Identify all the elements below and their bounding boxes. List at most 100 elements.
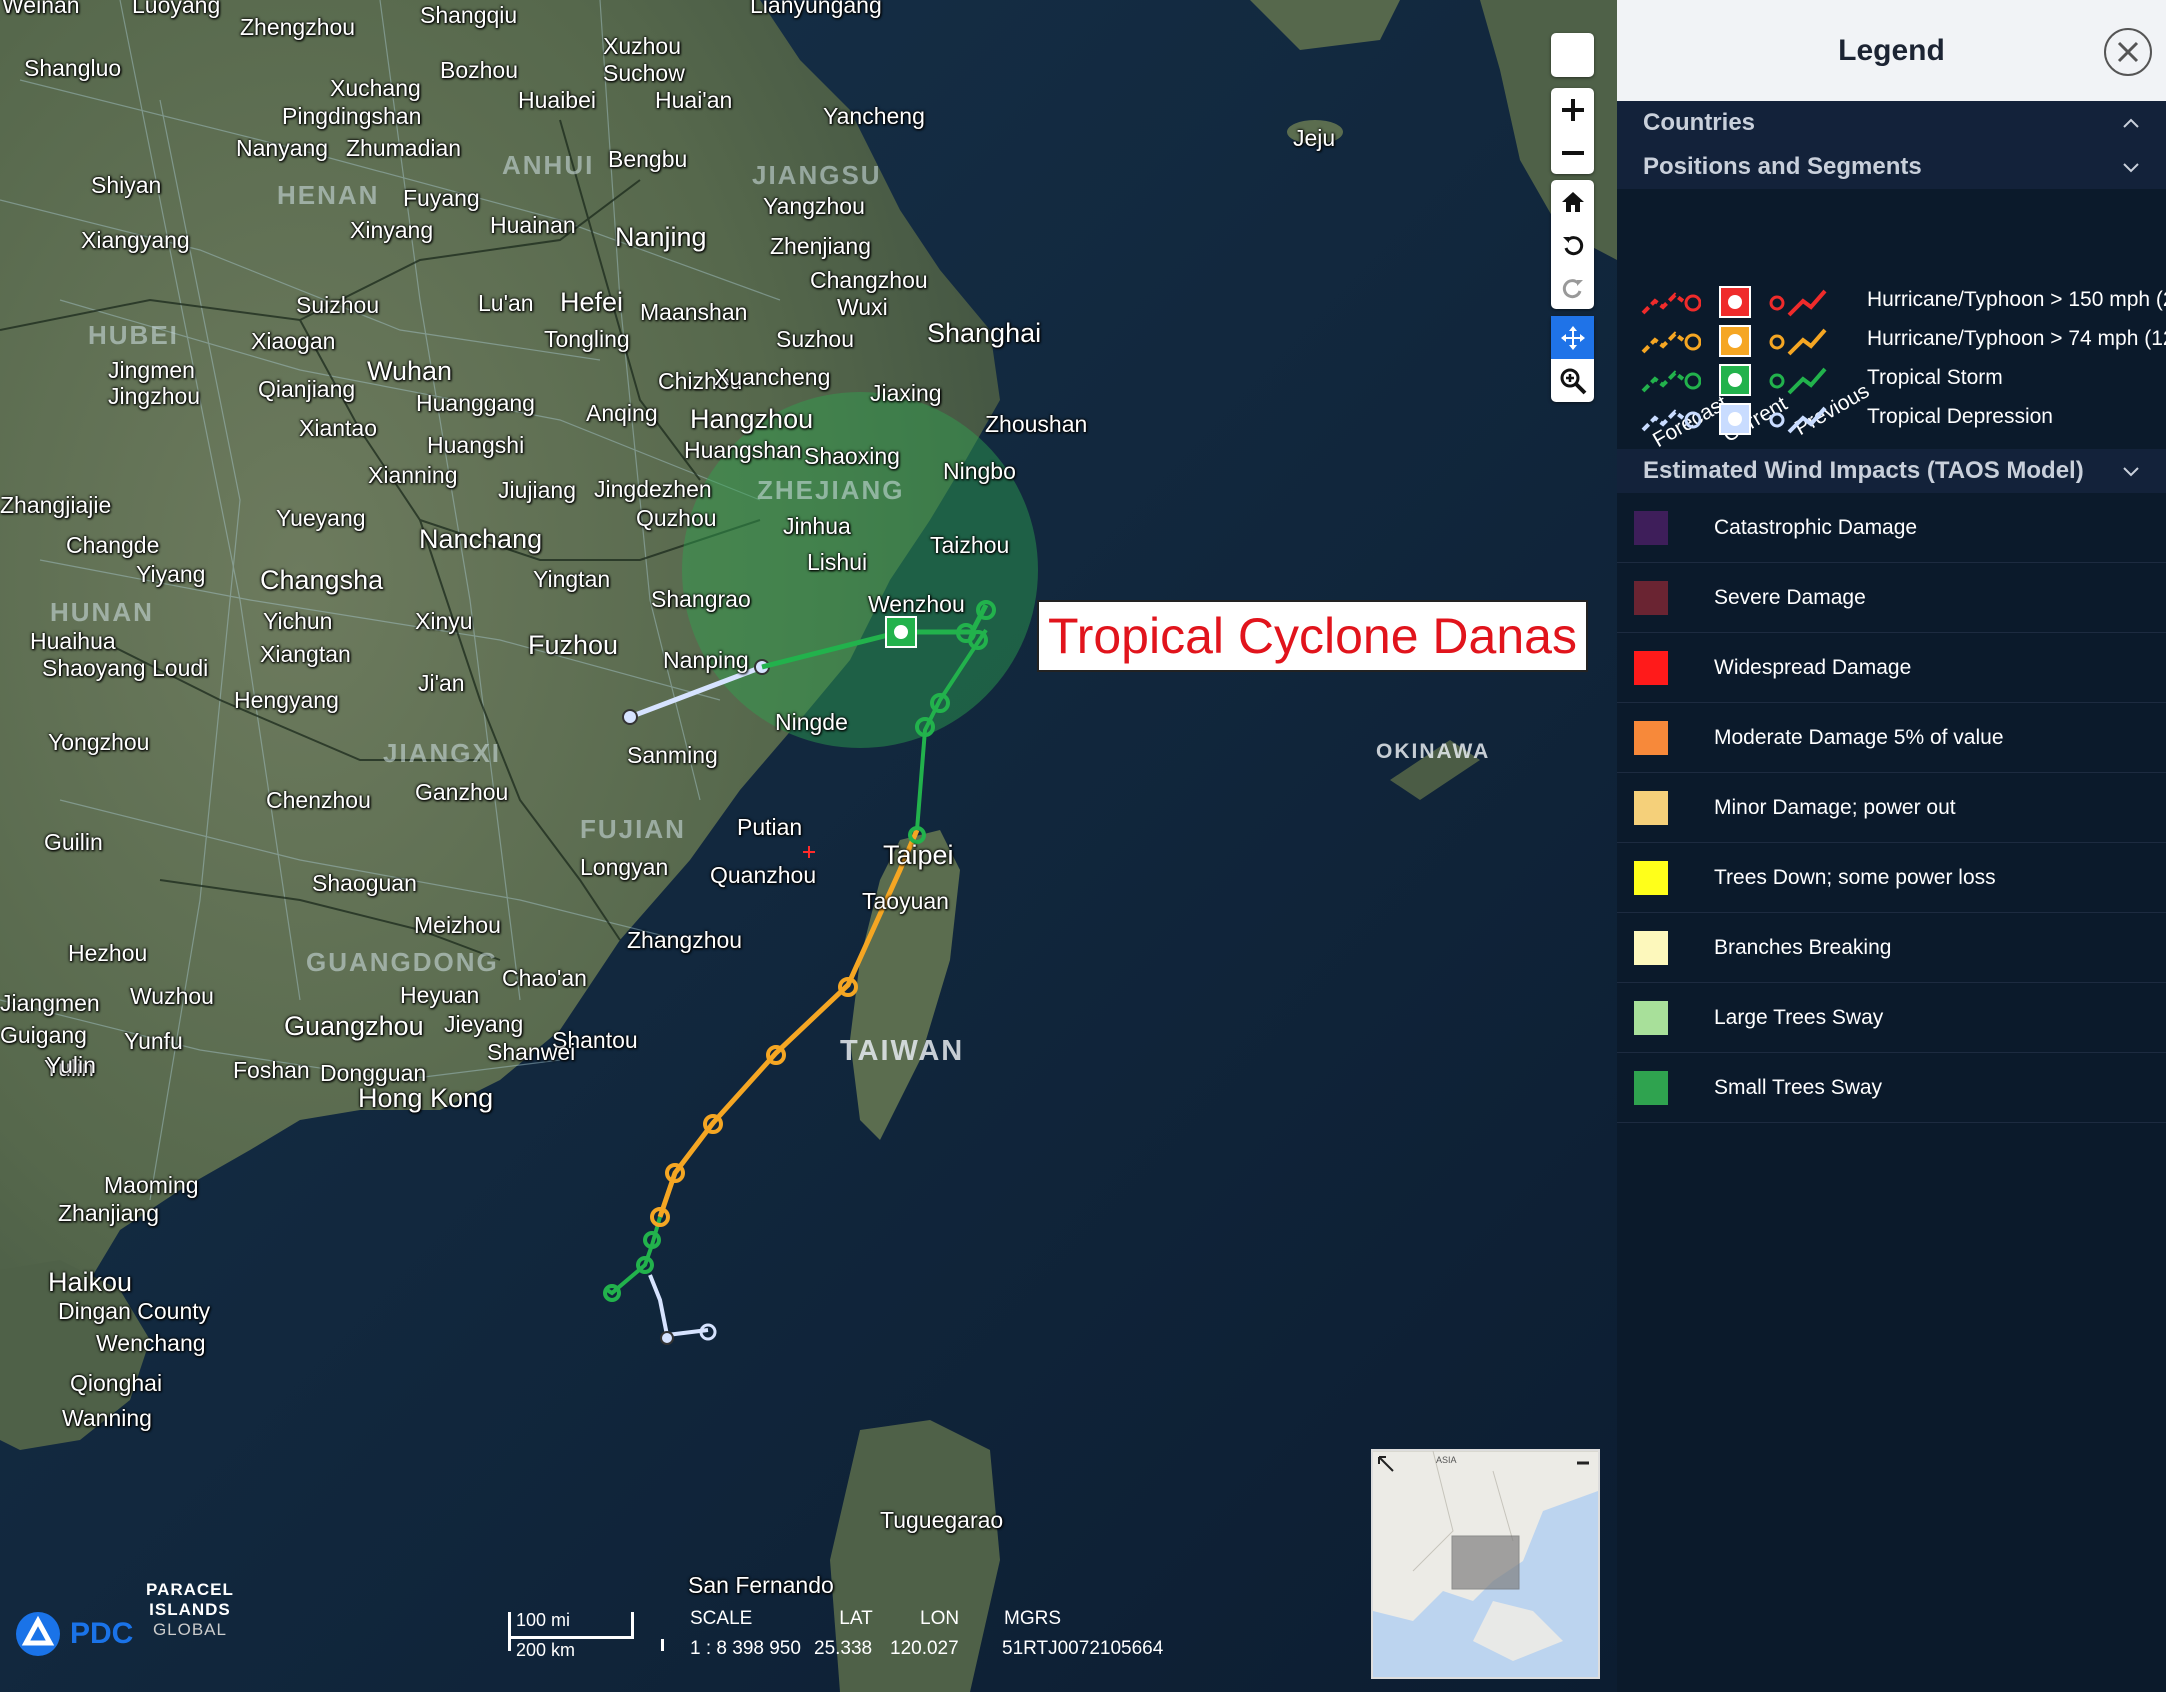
pdc-brand: PDC [70, 1617, 134, 1650]
wind-impact-row: Small Trees Sway [1617, 1053, 2166, 1123]
province-label: GUANGDONG [306, 947, 499, 977]
city-label: Xiantao [299, 415, 378, 441]
section-wind-impacts[interactable]: Estimated Wind Impacts (TAOS Model) [1617, 449, 2166, 493]
pan-button[interactable] [1551, 316, 1594, 359]
city-label: Taizhou [930, 532, 1010, 558]
city-label: Huaihua [30, 628, 116, 654]
city-label: Suchow [603, 60, 685, 86]
section-countries[interactable]: Countries [1617, 101, 2166, 145]
rotate-left-icon [1562, 235, 1583, 255]
wind-impact-row: Large Trees Sway [1617, 983, 2166, 1053]
city-label: Shaoyang [42, 655, 146, 681]
city-label: Tongling [544, 326, 630, 352]
mgrs-label: MGRS [1004, 1608, 1061, 1629]
rotate-right-button[interactable] [1551, 266, 1594, 309]
mgrs-value: 51RTJ0072105664 [1002, 1638, 1164, 1659]
city-label: Ji'an [418, 670, 465, 696]
city-label: Xiangyang [81, 227, 190, 253]
city-label: Haikou [48, 1267, 133, 1297]
city-label: Longyan [580, 854, 669, 880]
city-label: Nanjing [615, 222, 707, 252]
city-label: Maoming [104, 1172, 199, 1198]
wind-impact-swatch [1634, 580, 1668, 615]
pdc-logo-icon [16, 1612, 60, 1656]
zoom-box-button[interactable] [1551, 359, 1594, 402]
wind-impact-label: Moderate Damage 5% of value [1714, 725, 2004, 749]
overview-map[interactable]: ASIA [1371, 1449, 1600, 1679]
city-label: Jiaxing [870, 380, 942, 406]
scale-km-label: 200 km [516, 1640, 576, 1660]
city-label: Quzhou [636, 505, 717, 531]
zoom-toolbar [1551, 88, 1594, 174]
city-label: Weinan [2, 0, 80, 18]
wind-impact-swatch [1634, 860, 1668, 895]
position-legend-row: Tropical Depression [1641, 402, 2053, 436]
position-legend-label: Tropical Depression [1867, 405, 2053, 428]
province-label: HUNAN [50, 597, 154, 627]
city-label: Xinyu [415, 608, 473, 634]
close-icon [2117, 41, 2139, 63]
wind-impact-label: Large Trees Sway [1714, 1005, 1884, 1029]
legend-title: Legend [1838, 33, 1945, 67]
tool-toolbar [1551, 316, 1594, 402]
city-label: Hengyang [234, 687, 339, 713]
current-position-icon [1719, 403, 1751, 435]
city-label: Huangshi [427, 432, 525, 458]
zoom-in-button[interactable] [1551, 88, 1594, 131]
lat-label: LAT [839, 1608, 873, 1629]
wind-impact-swatch [1634, 930, 1668, 965]
wind-impact-label: Small Trees Sway [1714, 1075, 1883, 1099]
city-label: Shangrao [651, 586, 751, 612]
map-view[interactable]: Weinan Luoyang Zhengzhou Shangqiu Xuzhou Such… [0, 0, 1617, 1692]
wind-impact-swatch [1634, 510, 1668, 545]
city-label: Tuguegarao [880, 1507, 1004, 1533]
city-label: Zhumadian [346, 135, 462, 161]
wind-impact-swatch [1634, 1070, 1668, 1105]
city-label: Guangzhou [284, 1011, 424, 1041]
map-toolbar-blank[interactable] [1551, 33, 1594, 77]
lon-label: LON [920, 1608, 960, 1629]
city-label: Shangqiu [420, 2, 518, 28]
section-positions[interactable]: Positions and Segments [1617, 145, 2166, 189]
province-label: ZHEJIANG [757, 475, 905, 505]
city-label: Nanchang [419, 524, 543, 554]
storm-name-label[interactable]: Tropical Cyclone Danas [1037, 600, 1588, 672]
scale-mi-label: 100 mi [516, 1610, 571, 1630]
wind-impact-row: Catastrophic Damage [1617, 493, 2166, 563]
city-label: Fuzhou [528, 630, 619, 660]
zoom-out-button[interactable] [1551, 131, 1594, 174]
zoom-in-icon [1561, 98, 1584, 121]
city-label: Jingmen [108, 357, 195, 383]
wind-impact-row: Widespread Damage [1617, 633, 2166, 703]
city-label: Dingan County [58, 1298, 211, 1324]
rotate-right-icon [1562, 278, 1583, 298]
city-label: Shaoxing [804, 443, 900, 469]
city-label: Yongzhou [48, 729, 150, 755]
home-button[interactable] [1551, 180, 1594, 223]
forecast-track-icon [1641, 409, 1701, 432]
city-label: Meizhou [414, 912, 501, 938]
wind-impact-swatch [1634, 790, 1668, 825]
lon-value: 120.027 [890, 1638, 959, 1659]
city-label: Yueyang [276, 505, 366, 531]
country-label-taiwan: TAIWAN [840, 1035, 965, 1067]
city-label: Fuyang [403, 185, 480, 211]
previous-track-icon [1769, 406, 1827, 434]
city-label: Hezhou [68, 940, 148, 966]
city-label: Ningbo [943, 458, 1016, 484]
section-countries-label: Countries [1643, 109, 1756, 136]
city-label: Loudi [152, 655, 209, 681]
city-label: Foshan [233, 1057, 310, 1083]
legend-panel: Legend Countries Positions and Segments … [1617, 0, 2166, 1692]
position-legend-label: Hurricane/Typhoon > 74 mph (120 [1867, 327, 2166, 350]
city-label: Luoyang [132, 0, 221, 18]
global-label: GLOBAL [152, 1620, 227, 1639]
province-label: JIANGXI [383, 738, 502, 768]
forecast-track-icon [1641, 370, 1701, 393]
lat-value: 25.338 [814, 1638, 873, 1659]
rotate-left-button[interactable] [1551, 223, 1594, 266]
close-button[interactable] [2104, 28, 2152, 76]
province-label: HENAN [277, 180, 380, 210]
province-label: FUJIAN [580, 814, 686, 844]
city-label: Xianning [368, 462, 458, 488]
